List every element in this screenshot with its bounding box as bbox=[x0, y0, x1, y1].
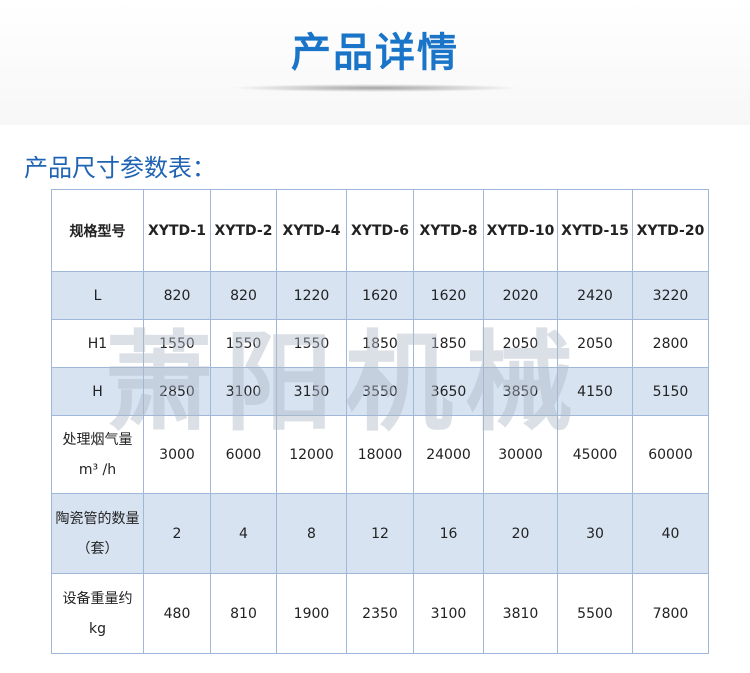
table-cell: 2050 bbox=[483, 319, 558, 368]
table-cell: 30 bbox=[557, 493, 633, 574]
table-cell: 2800 bbox=[632, 319, 709, 368]
table-cell: 3220 bbox=[632, 271, 709, 320]
table-cell: 18000 bbox=[346, 415, 414, 494]
header-cell: XYTD-2 bbox=[210, 189, 277, 272]
table-cell: 2350 bbox=[346, 573, 414, 654]
table-cell: 30000 bbox=[483, 415, 558, 494]
table-cell: 3100 bbox=[210, 367, 277, 416]
table-cell: 3550 bbox=[346, 367, 414, 416]
table-cell: 4150 bbox=[557, 367, 633, 416]
table-row: 陶瓷管的数量（套） 2 4 8 12 16 20 30 40 bbox=[51, 493, 709, 574]
row-label: H bbox=[51, 367, 144, 416]
header-cell: XYTD-10 bbox=[483, 189, 558, 272]
header-cell: XYTD-4 bbox=[276, 189, 347, 272]
row-label: H1 bbox=[51, 319, 144, 368]
table-cell: 7800 bbox=[632, 573, 709, 654]
table-cell: 8 bbox=[276, 493, 347, 574]
table-cell: 3650 bbox=[413, 367, 484, 416]
table-cell: 820 bbox=[210, 271, 277, 320]
table-cell: 12 bbox=[346, 493, 414, 574]
table-cell: 3850 bbox=[483, 367, 558, 416]
header-cell: XYTD-6 bbox=[346, 189, 414, 272]
table-row: H 2850 3100 3150 3550 3650 3850 4150 515… bbox=[51, 367, 709, 416]
table-cell: 820 bbox=[143, 271, 211, 320]
header-cell: XYTD-15 bbox=[557, 189, 633, 272]
table-row: L 820 820 1220 1620 1620 2020 2420 3220 bbox=[51, 271, 709, 320]
title-divider bbox=[230, 84, 520, 92]
table-cell: 3100 bbox=[413, 573, 484, 654]
row-label: L bbox=[51, 271, 144, 320]
table-cell: 2020 bbox=[483, 271, 558, 320]
header-cell: XYTD-8 bbox=[413, 189, 484, 272]
header-band: 产品详情 bbox=[0, 0, 750, 125]
table-header-row: 规格型号 XYTD-1 XYTD-2 XYTD-4 XYTD-6 XYTD-8 … bbox=[51, 189, 709, 272]
table-cell: 5150 bbox=[632, 367, 709, 416]
table-cell: 1900 bbox=[276, 573, 347, 654]
table-cell: 5500 bbox=[557, 573, 633, 654]
table-cell: 2 bbox=[143, 493, 211, 574]
table-cell: 3000 bbox=[143, 415, 211, 494]
table-cell: 24000 bbox=[413, 415, 484, 494]
table-cell: 1220 bbox=[276, 271, 347, 320]
row-label: 陶瓷管的数量（套） bbox=[51, 493, 144, 574]
row-label: 设备重量约 kg bbox=[51, 573, 144, 654]
table-cell: 45000 bbox=[557, 415, 633, 494]
table-cell: 3150 bbox=[276, 367, 347, 416]
table-row: 设备重量约 kg 480 810 1900 2350 3100 3810 550… bbox=[51, 573, 709, 654]
table-cell: 1620 bbox=[413, 271, 484, 320]
table-cell: 2850 bbox=[143, 367, 211, 416]
header-cell: 规格型号 bbox=[51, 189, 144, 272]
header-cell: XYTD-20 bbox=[632, 189, 709, 272]
page-title: 产品详情 bbox=[291, 30, 459, 76]
header-cell: XYTD-1 bbox=[143, 189, 211, 272]
table-row: H1 1550 1550 1550 1850 1850 2050 2050 28… bbox=[51, 319, 709, 368]
table-cell: 1550 bbox=[143, 319, 211, 368]
table-cell: 12000 bbox=[276, 415, 347, 494]
table-cell: 480 bbox=[143, 573, 211, 654]
table-cell: 6000 bbox=[210, 415, 277, 494]
table-cell: 810 bbox=[210, 573, 277, 654]
table-cell: 1550 bbox=[210, 319, 277, 368]
table-cell: 1620 bbox=[346, 271, 414, 320]
table-cell: 20 bbox=[483, 493, 558, 574]
section-title: 产品尺寸参数表： bbox=[24, 154, 216, 182]
table-cell: 16 bbox=[413, 493, 484, 574]
table-cell: 60000 bbox=[632, 415, 709, 494]
table-cell: 1850 bbox=[413, 319, 484, 368]
table-cell: 2050 bbox=[557, 319, 633, 368]
table-row: 处理烟气量 m³ /h 3000 6000 12000 18000 24000 … bbox=[51, 415, 709, 494]
table-cell: 3810 bbox=[483, 573, 558, 654]
row-label: 处理烟气量 m³ /h bbox=[51, 415, 144, 494]
table-cell: 4 bbox=[210, 493, 277, 574]
table-cell: 2420 bbox=[557, 271, 633, 320]
spec-table: 规格型号 XYTD-1 XYTD-2 XYTD-4 XYTD-6 XYTD-8 … bbox=[51, 189, 709, 654]
table-cell: 1850 bbox=[346, 319, 414, 368]
table-cell: 1550 bbox=[276, 319, 347, 368]
table-cell: 40 bbox=[632, 493, 709, 574]
